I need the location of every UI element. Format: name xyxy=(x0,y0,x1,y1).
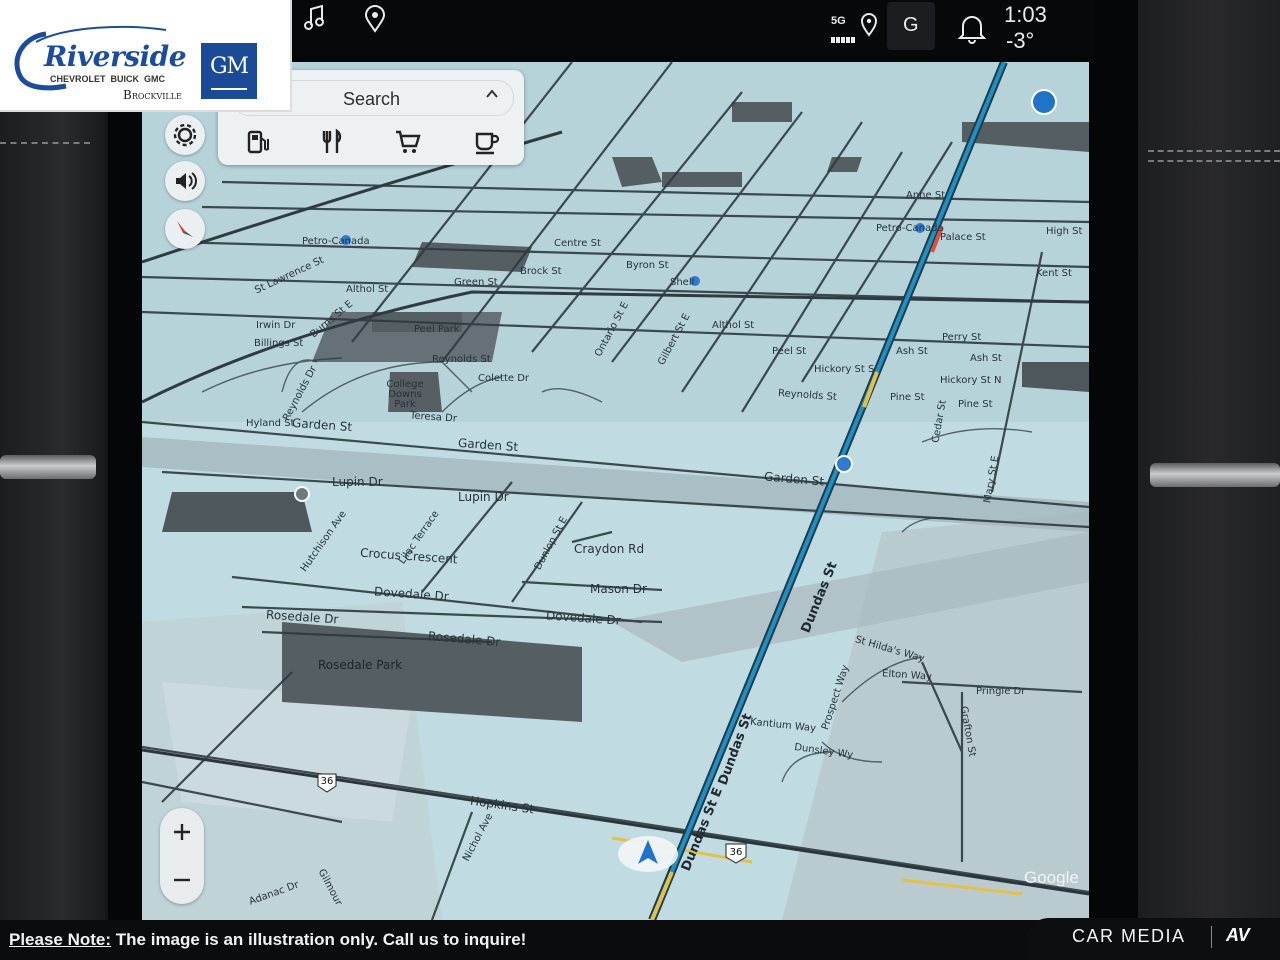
profile-button[interactable]: G xyxy=(887,2,935,50)
coffee-icon[interactable] xyxy=(472,128,502,156)
street-label: Lupin Dr xyxy=(332,475,383,489)
dealer-brands: CHEVROLET BUICK GMC xyxy=(50,74,166,84)
street-label: Perry St xyxy=(942,332,982,343)
settings-button[interactable] xyxy=(165,115,205,155)
google-attribution: Google xyxy=(1024,868,1079,887)
street-label: Anne St xyxy=(906,190,946,201)
chrome-trim-left xyxy=(0,455,96,479)
car-media-logo: AV xyxy=(1226,925,1250,945)
zoom-out-button[interactable] xyxy=(160,858,204,902)
stitching-right-2 xyxy=(1148,160,1280,162)
highway-shield-label: 36 xyxy=(321,776,334,787)
street-label: Craydon Rd xyxy=(574,542,645,556)
minus-icon xyxy=(174,878,190,882)
poi-label: Petro-Canada xyxy=(876,223,944,234)
street-label: Pine St xyxy=(890,392,925,403)
location-pin-icon[interactable] xyxy=(364,5,386,38)
gm-logo: GM xyxy=(201,43,257,99)
dealer-city: Brockville xyxy=(123,88,182,102)
brand-separator xyxy=(1211,926,1212,948)
street-label: Palace St xyxy=(940,232,986,243)
street-label: High St xyxy=(1046,226,1083,237)
street-label: Pringle Dr xyxy=(976,686,1026,697)
compass-icon xyxy=(177,221,193,237)
poi-park-pin xyxy=(294,486,310,502)
poi-label: Petro-Canada xyxy=(302,236,370,247)
stitching-right xyxy=(1148,150,1280,152)
dealer-name: Riverside xyxy=(44,40,187,73)
street-label: Green St xyxy=(454,277,498,288)
disclaimer: Please Note: The image is an illustratio… xyxy=(9,930,526,950)
street-label: Ash St xyxy=(970,353,1002,364)
street-label: Hickory St S xyxy=(814,364,875,375)
street-label: Billings St xyxy=(254,338,304,349)
car-media-brand: CAR MEDIA xyxy=(1072,926,1186,946)
map-canvas: 36 36 xyxy=(142,62,1089,920)
poi-transit-pin xyxy=(835,455,853,473)
compass-button[interactable] xyxy=(165,209,205,249)
park-label: College Downs Park xyxy=(386,379,424,410)
network-indicator: 5G xyxy=(831,15,846,27)
street-label: Kent St xyxy=(1036,268,1072,279)
dealer-logo: Riverside CHEVROLET BUICK GMC Brockville… xyxy=(0,0,292,112)
street-label: Byron St xyxy=(626,260,669,271)
street-label: Lupin Dr xyxy=(458,490,509,504)
dashboard-left xyxy=(0,0,105,960)
notification-bell-icon[interactable] xyxy=(957,12,987,49)
navigation-map[interactable]: 36 36 Dundas St Dundas St E Dundas St Ga… xyxy=(142,62,1089,920)
signal-bars-icon xyxy=(831,30,855,48)
highway-shield-label-2: 36 xyxy=(730,847,743,858)
street-label: Hickory St N xyxy=(940,375,1002,386)
poi-gas-pin xyxy=(1031,89,1057,115)
gas-icon[interactable] xyxy=(244,128,274,156)
street-label: Reynolds St xyxy=(432,354,491,365)
audio-guidance-button[interactable] xyxy=(165,161,205,201)
street-label: Althol St xyxy=(346,284,389,295)
plus-icon xyxy=(174,824,190,840)
street-label: Peel St xyxy=(772,346,807,357)
street-label: Mason Dr xyxy=(590,582,647,596)
park-label: Peel Park xyxy=(414,324,460,335)
stitching-left xyxy=(0,142,90,144)
profile-initial: G xyxy=(903,14,919,36)
street-label: Ash St xyxy=(896,346,928,357)
music-icon[interactable] xyxy=(302,4,326,37)
chrome-trim-right xyxy=(1150,463,1280,487)
park-label: Rosedale Park xyxy=(318,658,403,672)
zoom-control xyxy=(160,808,204,904)
street-label: Pine St xyxy=(958,399,993,410)
chevron-up-icon[interactable] xyxy=(485,87,499,106)
poi-label: Shell xyxy=(670,277,695,288)
street-label: Centre St xyxy=(554,238,601,249)
restaurant-icon[interactable] xyxy=(318,128,348,156)
shopping-icon[interactable] xyxy=(394,128,424,156)
disclaimer-text: The image is an illustration only. Call … xyxy=(111,930,527,949)
speaker-icon xyxy=(176,172,197,190)
street-label: Brock St xyxy=(520,266,562,277)
disclaimer-lead: Please Note: xyxy=(9,930,112,949)
location-services-icon xyxy=(860,13,878,42)
clock-time: 1:03 xyxy=(1004,2,1047,27)
street-label: Irwin Dr xyxy=(256,320,296,331)
outside-temperature: -3° xyxy=(1006,28,1035,53)
gear-icon xyxy=(173,123,197,147)
search-label: Search xyxy=(343,89,401,109)
street-label: Colette Dr xyxy=(478,373,530,384)
zoom-in-button[interactable] xyxy=(160,810,204,854)
street-label: Althol St xyxy=(712,320,755,331)
